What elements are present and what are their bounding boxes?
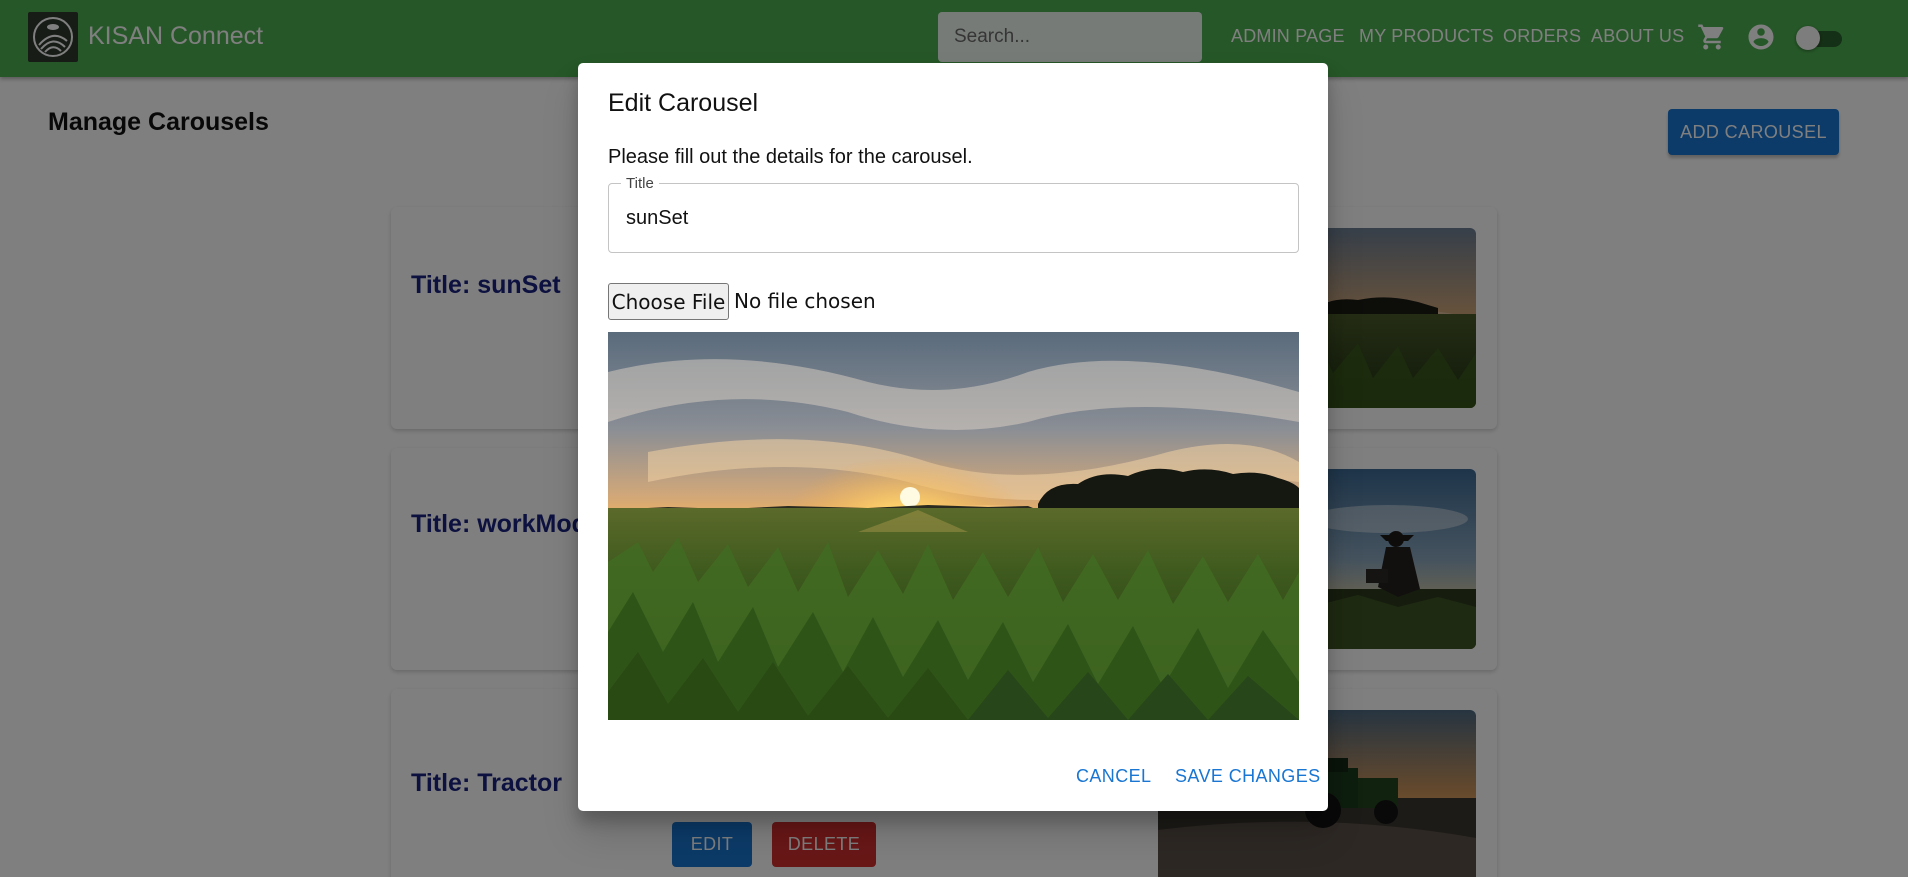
save-changes-button[interactable]: SAVE CHANGES: [1175, 766, 1321, 787]
edit-carousel-dialog: Edit Carousel Please fill out the detail…: [578, 63, 1328, 811]
title-field-label: Title: [621, 175, 659, 192]
carousel-image-preview: [608, 332, 1299, 720]
dialog-description: Please fill out the details for the caro…: [608, 146, 973, 168]
choose-file-button[interactable]: Choose File: [608, 283, 729, 320]
dialog-title: Edit Carousel: [608, 89, 759, 117]
cancel-button[interactable]: CANCEL: [1076, 766, 1151, 787]
title-field[interactable]: Title: [608, 175, 1299, 253]
title-input[interactable]: [609, 184, 1298, 252]
file-status-text: No file chosen: [734, 289, 876, 313]
